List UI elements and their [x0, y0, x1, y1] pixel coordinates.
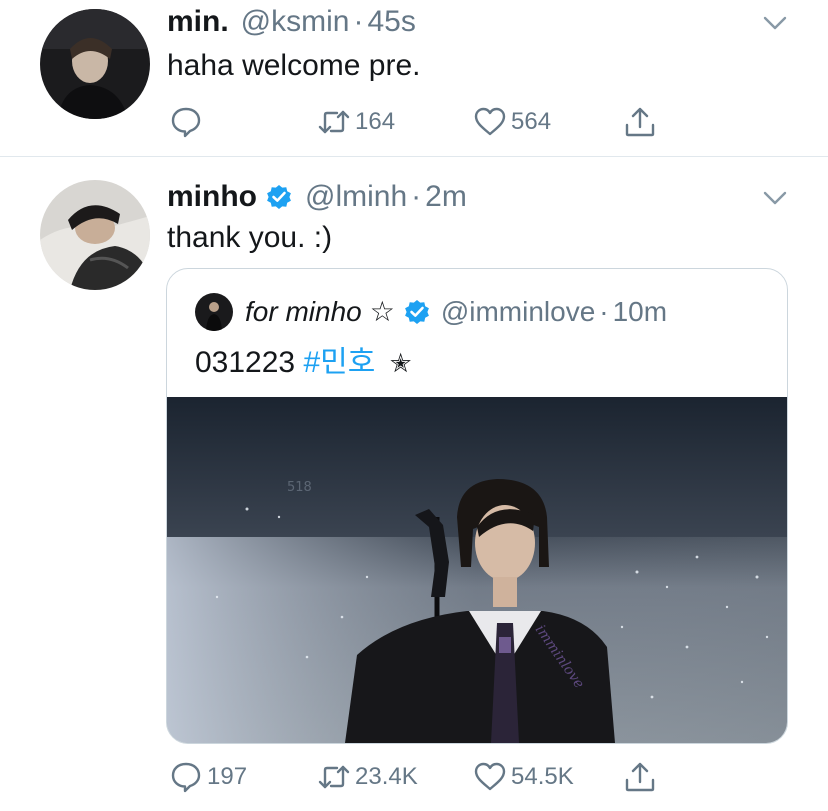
reply-button[interactable]: 197 — [169, 757, 247, 797]
star-symbol: ✭ — [389, 348, 412, 378]
name-star: ☆ — [369, 296, 395, 327]
retweet-button[interactable]: 164 — [317, 102, 395, 142]
like-button[interactable]: 54.5K — [473, 757, 574, 797]
retweet-count: 164 — [355, 108, 396, 135]
verified-badge-icon — [404, 300, 429, 324]
tweet-actions: 197 23.4K 54.5K — [167, 757, 667, 797]
tweet-text: thank you. :) — [167, 221, 333, 254]
user-handle[interactable]: @lminh — [305, 179, 407, 215]
quoted-text-prefix: 031223 — [195, 346, 296, 379]
reply-icon — [171, 107, 201, 138]
retweet-icon — [318, 765, 350, 789]
display-name[interactable]: min. — [167, 4, 229, 40]
reply-count: 197 — [207, 763, 248, 790]
timestamp[interactable]: 45s — [367, 4, 415, 40]
tweet-text: haha welcome pre. — [167, 49, 421, 82]
avatar[interactable] — [195, 293, 233, 331]
heart-icon — [474, 107, 506, 136]
share-icon — [625, 107, 655, 137]
timestamp[interactable]: 10m — [613, 294, 667, 330]
share-button[interactable] — [623, 757, 657, 797]
user-handle[interactable]: @ksmin — [241, 4, 350, 40]
share-button[interactable] — [623, 102, 657, 142]
tweet-header: minho @lminh · 2m — [167, 179, 467, 215]
quoted-tweet[interactable]: for minho ☆ @imminlove · 10m 031223 #민호 … — [166, 268, 788, 744]
heart-icon — [474, 762, 506, 791]
display-name[interactable]: for minho — [245, 294, 362, 330]
like-count: 564 — [511, 108, 552, 135]
retweet-button[interactable]: 23.4K — [317, 757, 418, 797]
display-name[interactable]: minho — [167, 179, 257, 215]
reply-button[interactable] — [169, 102, 207, 142]
tweet-header: min. @ksmin · 45s — [167, 4, 416, 40]
separator: · — [411, 180, 422, 213]
avatar[interactable] — [40, 9, 150, 119]
tweet[interactable]: min. @ksmin · 45s haha welcome pre. 164 … — [0, 0, 828, 157]
user-handle[interactable]: @imminlove — [441, 294, 595, 330]
media-sign-text: 518 — [287, 480, 312, 495]
share-icon — [625, 762, 655, 792]
quoted-tweet-text: 031223 #민호 ✭ — [195, 343, 411, 383]
verified-badge-icon — [267, 185, 291, 209]
separator: · — [353, 5, 364, 38]
hashtag-link[interactable]: #민호 — [303, 346, 375, 379]
like-count: 54.5K — [511, 763, 574, 790]
timeline: min. @ksmin · 45s haha welcome pre. 164 … — [0, 0, 828, 811]
chevron-down-icon[interactable] — [762, 10, 788, 36]
tweet-actions: 164 564 — [167, 102, 667, 142]
quoted-tweet-header: for minho ☆ @imminlove · 10m — [195, 293, 667, 331]
reply-icon — [171, 762, 201, 793]
separator: · — [599, 296, 609, 327]
tweet[interactable]: minho @lminh · 2m thank you. :) for minh… — [0, 157, 828, 811]
quoted-tweet-photo[interactable]: 518 imminlove — [167, 397, 787, 743]
like-button[interactable]: 564 — [473, 102, 551, 142]
retweet-count: 23.4K — [355, 763, 418, 790]
retweet-icon — [318, 110, 350, 134]
timestamp[interactable]: 2m — [425, 179, 467, 215]
avatar[interactable] — [40, 180, 150, 290]
chevron-down-icon[interactable] — [762, 185, 788, 211]
